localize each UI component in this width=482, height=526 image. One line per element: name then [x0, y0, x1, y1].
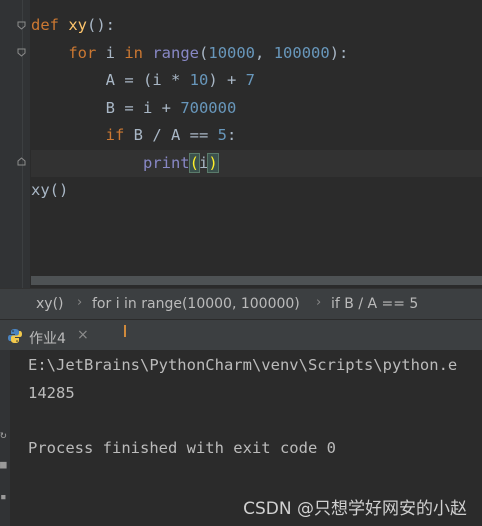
console-command-line: E:\JetBrains\PythonCharm\venv\Scripts\py… — [28, 356, 458, 374]
fold-marker-icon[interactable] — [17, 48, 26, 57]
breadcrumb-separator: › — [316, 295, 322, 310]
console-output-line: 14285 — [28, 384, 75, 402]
breadcrumb: xy() › for i in range(10000, 100000) › i… — [0, 288, 482, 320]
code-token: ): — [329, 43, 349, 62]
code-token: i — [199, 153, 209, 172]
breadcrumb-item[interactable]: xy() — [36, 296, 64, 312]
code-line-4[interactable]: B = i + 700000 — [31, 95, 348, 123]
run-tab[interactable]: 作业4 × — [4, 323, 92, 349]
code-token: : — [227, 126, 237, 144]
builtin-range: range — [152, 43, 200, 62]
number-literal: 7 — [245, 71, 255, 89]
matched-brace: ) — [207, 152, 219, 173]
horizontal-scrollbar[interactable] — [31, 276, 482, 285]
rerun-icon[interactable]: ↻ — [0, 428, 8, 441]
run-tool-window-tabs: 作业4 × — [0, 319, 482, 351]
stop-icon[interactable]: ■ — [0, 458, 8, 471]
number-literal: 700000 — [180, 98, 237, 117]
python-icon — [7, 328, 23, 348]
keyword-if: if — [105, 126, 125, 144]
editor-gutter — [0, 0, 30, 288]
code-token: , — [255, 43, 274, 62]
code-token: i — [96, 43, 125, 62]
code-line-6[interactable]: print(i) — [31, 150, 348, 178]
code-token: ) + — [208, 71, 246, 89]
keyword-for: for — [68, 43, 97, 62]
watermark: CSDN @只想学好网安的小赵 — [243, 499, 467, 519]
fold-marker-icon[interactable] — [17, 21, 26, 30]
close-icon[interactable]: × — [77, 327, 89, 343]
code-token: B = i + — [105, 98, 181, 117]
matched-brace: ( — [188, 152, 201, 173]
code-lines[interactable]: def xy(): for i in range(10000, 100000):… — [31, 12, 348, 205]
number-literal: 5 — [217, 126, 227, 144]
code-token: ( — [199, 43, 209, 62]
tab-drop-marker — [124, 325, 126, 337]
function-name: xy — [68, 16, 88, 34]
number-literal: 10000 — [208, 43, 256, 62]
code-line-5[interactable]: if B / A == 5: — [31, 122, 348, 150]
breadcrumb-item[interactable]: for i in range(10000, 100000) — [92, 296, 300, 312]
code-token: xy() — [31, 181, 69, 199]
code-editor[interactable]: def xy(): for i in range(10000, 100000):… — [0, 0, 482, 288]
code-line-7[interactable]: xy() — [31, 177, 348, 205]
code-line-3[interactable]: A = (i * 10) + 7 — [31, 67, 348, 95]
breadcrumb-separator: › — [77, 295, 83, 310]
number-literal: 100000 — [273, 43, 330, 62]
fold-end-marker-icon[interactable] — [17, 157, 26, 166]
gutter-divider — [22, 0, 23, 288]
keyword-in: in — [124, 43, 143, 62]
pin-icon[interactable]: ▪ — [0, 490, 8, 503]
keyword-def: def — [31, 16, 59, 34]
number-literal: 10 — [189, 71, 209, 89]
code-token: A = (i * — [105, 71, 190, 89]
breadcrumb-item[interactable]: if B / A == 5 — [331, 296, 418, 312]
code-token: B / A == — [124, 126, 218, 144]
run-tab-label: 作业4 — [29, 331, 66, 347]
builtin-print: print — [142, 153, 190, 172]
code-token: (): — [87, 16, 116, 34]
code-line-1[interactable]: def xy(): — [31, 12, 348, 40]
code-line-2[interactable]: for i in range(10000, 100000): — [31, 40, 348, 68]
console-exit-line: Process finished with exit code 0 — [28, 439, 336, 457]
